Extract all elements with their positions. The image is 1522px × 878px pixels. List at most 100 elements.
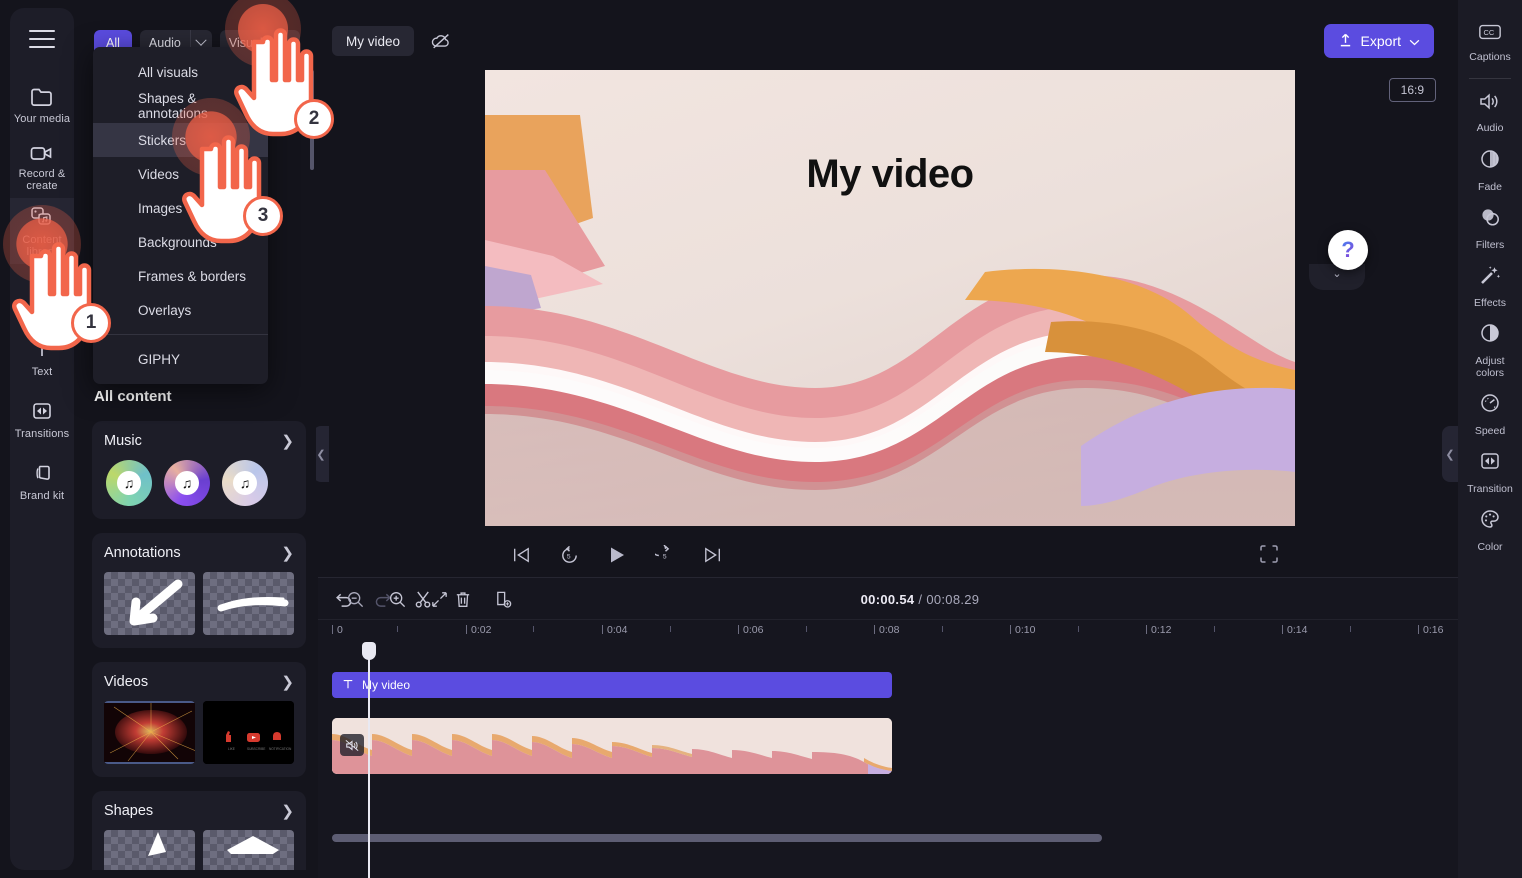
sidebar-label: Content library xyxy=(22,233,62,258)
rail-label: Transition xyxy=(1467,483,1513,495)
rail-label: Adjust colors xyxy=(1475,355,1505,379)
text-T-icon xyxy=(30,337,54,361)
section-title: Annotations xyxy=(104,545,181,561)
menu-item-images[interactable]: Images xyxy=(93,191,268,225)
hamburger-menu-icon[interactable] xyxy=(29,30,55,48)
chevron-down-icon[interactable] xyxy=(277,30,300,56)
rail-divider xyxy=(1469,78,1511,79)
closed-captions-icon: CC xyxy=(1478,23,1502,46)
rail-item-effects[interactable]: Effects xyxy=(1458,257,1522,315)
video-thumb-particles[interactable] xyxy=(104,701,195,764)
fit-to-screen-icon[interactable] xyxy=(428,588,450,610)
playhead-handle[interactable] xyxy=(362,642,376,660)
library-section-videos[interactable]: Videos ❯ LIKE SUBSCRIBE NOTIFICATION xyxy=(92,662,306,777)
collapse-properties-panel-button[interactable]: ❮ xyxy=(1442,426,1458,482)
palette-icon xyxy=(1478,507,1502,536)
menu-item-videos[interactable]: Videos xyxy=(93,157,268,191)
video-thumb-subscribe[interactable]: LIKE SUBSCRIBE NOTIFICATION xyxy=(203,701,294,764)
video-preview-canvas[interactable]: My video xyxy=(485,70,1295,526)
sidebar-item-your-media[interactable]: Your media xyxy=(10,74,74,136)
forward-5-icon[interactable]: 5 xyxy=(653,543,677,567)
rail-label: Speed xyxy=(1474,425,1506,437)
shape-thumb-1[interactable] xyxy=(104,830,195,870)
timeline-clip-video[interactable] xyxy=(332,718,892,774)
replay-5-icon[interactable]: 5 xyxy=(557,543,581,567)
sidebar-label: Record & create xyxy=(18,167,66,192)
properties-rail: CC Captions Audio Fade Filters Effects A… xyxy=(1458,0,1522,878)
rail-item-fade[interactable]: Fade xyxy=(1458,141,1522,199)
rail-item-captions[interactable]: CC Captions xyxy=(1458,14,1522,72)
duplicate-icon[interactable] xyxy=(492,588,514,610)
music-thumb[interactable]: ♫ xyxy=(222,460,268,506)
rail-item-transition[interactable]: Transition xyxy=(1458,443,1522,501)
filters-icon xyxy=(1478,205,1502,234)
timeline-clip-text[interactable]: My video xyxy=(332,672,892,698)
rail-label: Color xyxy=(1477,541,1503,553)
sidebar-item-brand-kit[interactable]: Brand kit xyxy=(10,450,74,512)
brand-kit-icon xyxy=(30,461,54,485)
rail-item-adjust-colors[interactable]: Adjust colors xyxy=(1458,315,1522,385)
timeline-playhead[interactable] xyxy=(362,642,376,878)
project-name-button[interactable]: My video xyxy=(332,26,415,56)
rail-label: Audio xyxy=(1476,121,1504,134)
zoom-out-icon[interactable] xyxy=(344,588,366,610)
music-thumb[interactable]: ♫ xyxy=(106,460,152,506)
sidebar-item-text[interactable]: Text xyxy=(10,326,74,388)
chevron-right-icon[interactable]: ❯ xyxy=(281,546,294,561)
chevron-right-icon[interactable]: ❯ xyxy=(281,675,294,690)
sidebar-item-transitions[interactable]: Transitions xyxy=(10,388,74,450)
dice-music-icon xyxy=(28,205,56,229)
help-label: ? xyxy=(1341,237,1355,262)
fullscreen-icon[interactable] xyxy=(1259,544,1281,566)
export-button[interactable]: Export xyxy=(1323,24,1434,58)
svg-text:5: 5 xyxy=(662,553,666,560)
trash-icon[interactable] xyxy=(452,588,474,610)
sidebar-label: Text xyxy=(31,365,53,378)
aspect-ratio-button[interactable]: 16:9 xyxy=(1388,78,1436,102)
rail-item-audio[interactable]: Audio xyxy=(1458,83,1522,141)
speaker-icon xyxy=(1478,91,1502,117)
canvas-text-overlay[interactable]: My video xyxy=(485,152,1295,197)
svg-text:LIKE: LIKE xyxy=(228,747,235,751)
timeline-toolbar: 00:00.54 / 00:08.29 xyxy=(318,578,1522,620)
timeline-horizontal-scrollbar[interactable] xyxy=(332,834,1102,842)
cloud-off-icon[interactable] xyxy=(428,28,454,54)
skip-next-icon[interactable] xyxy=(701,543,725,567)
section-title: Music xyxy=(104,433,142,449)
annotation-thumb-arrow[interactable] xyxy=(104,572,195,635)
rail-item-color[interactable]: Color xyxy=(1458,501,1522,559)
library-scrollbar[interactable] xyxy=(310,70,314,170)
library-section-shapes[interactable]: Shapes ❯ xyxy=(92,791,306,870)
timeline-ruler[interactable]: 0 0:02 0:04 0:06 0:08 0:10 0:12 0:14 0:1… xyxy=(318,620,1522,646)
library-section-annotations[interactable]: Annotations ❯ xyxy=(92,533,306,648)
ruler-tick: 0:12 xyxy=(1151,624,1172,636)
play-icon[interactable] xyxy=(605,543,629,567)
shape-thumb-2[interactable] xyxy=(203,830,294,870)
skip-previous-icon[interactable] xyxy=(509,543,533,567)
menu-item-all-visuals[interactable]: All visuals xyxy=(93,55,268,89)
mute-icon[interactable] xyxy=(340,734,364,756)
menu-item-frames-borders[interactable]: Frames & borders xyxy=(93,259,268,293)
sidebar-label: Brand kit xyxy=(19,489,65,502)
menu-item-stickers[interactable]: Stickers xyxy=(93,123,268,157)
menu-item-shapes-annotations[interactable]: Shapes & annotations xyxy=(93,89,268,123)
sidebar-item-record-create[interactable]: Record & create xyxy=(10,136,74,198)
section-title: Videos xyxy=(104,674,149,690)
zoom-in-icon[interactable] xyxy=(386,588,408,610)
menu-item-giphy[interactable]: GIPHY xyxy=(93,342,268,376)
preview-stage: My video Export 16:9 My video 5 5 ? ⌄ xyxy=(318,8,1458,575)
sidebar-item-content-library[interactable]: Content library xyxy=(10,198,74,264)
annotation-thumb-underline[interactable] xyxy=(203,572,294,635)
library-section-music[interactable]: Music ❯ ♫ ♫ ♫ xyxy=(92,421,306,519)
rail-item-filters[interactable]: Filters xyxy=(1458,199,1522,257)
help-button[interactable]: ? xyxy=(1328,230,1368,270)
menu-item-overlays[interactable]: Overlays xyxy=(93,293,268,327)
rail-item-speed[interactable]: Speed xyxy=(1458,385,1522,443)
time-separator: / xyxy=(918,591,923,607)
menu-item-backgrounds[interactable]: Backgrounds xyxy=(93,225,268,259)
magic-wand-icon xyxy=(1478,263,1502,292)
chevron-right-icon[interactable]: ❯ xyxy=(281,804,294,819)
music-thumb[interactable]: ♫ xyxy=(164,460,210,506)
chevron-right-icon[interactable]: ❯ xyxy=(281,434,294,449)
text-T-icon xyxy=(342,678,354,693)
